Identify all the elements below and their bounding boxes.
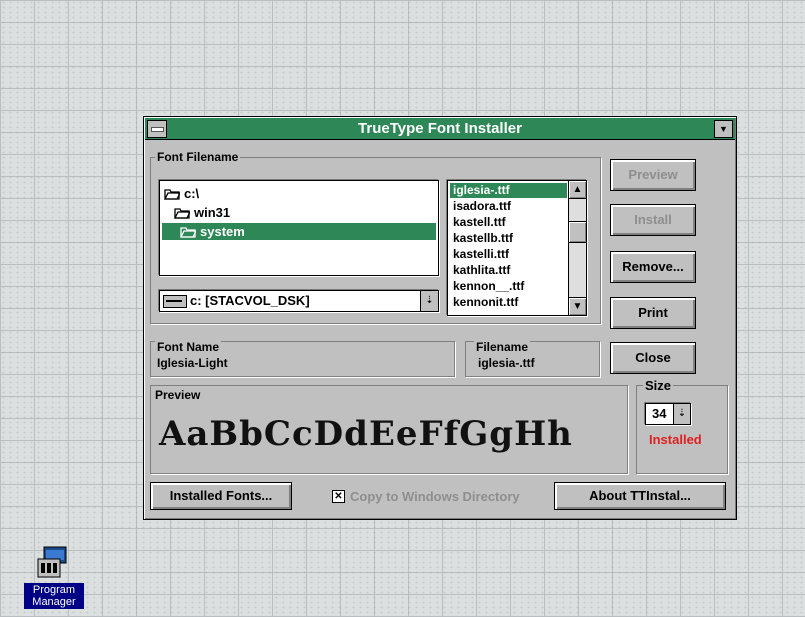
tree-item-root[interactable]: c:\: [163, 186, 200, 201]
file-list-item[interactable]: isadora.ttf: [450, 199, 567, 214]
about-button[interactable]: About TTInstal...: [554, 482, 726, 510]
filename-group: Filename iglesia-.ttf: [465, 340, 600, 377]
open-folder-icon: [179, 226, 198, 238]
install-status: Installed: [649, 432, 702, 447]
scroll-up-arrow-icon[interactable]: ▲: [569, 181, 586, 199]
file-list-item[interactable]: kennon__.ttf: [450, 279, 567, 294]
font-filename-label: Font Filename: [155, 150, 241, 164]
close-button[interactable]: Close: [610, 342, 696, 374]
install-button[interactable]: Install: [610, 204, 696, 236]
size-value: 34: [652, 406, 667, 421]
window-title: TrueType Font Installer: [358, 120, 522, 137]
size-label: Size: [643, 378, 674, 393]
preview-sample: AaBbCcDdEeFfGgHh: [159, 414, 573, 454]
drive-dropdown-arrow-icon[interactable]: ⇣: [420, 291, 438, 311]
remove-button[interactable]: Remove...: [610, 251, 696, 283]
scroll-down-arrow-icon[interactable]: ▼: [569, 297, 586, 315]
system-menu-icon[interactable]: [147, 120, 167, 138]
copy-to-windows-option[interactable]: ✕ Copy to Windows Directory: [332, 489, 552, 505]
drive-select[interactable]: c: [STACVOL_DSK] ⇣: [159, 290, 439, 312]
font-name-value: Iglesia-Light: [157, 356, 228, 370]
file-list[interactable]: iglesia-.ttf isadora.ttf kastell.ttf kas…: [447, 180, 587, 316]
filename-value: iglesia-.ttf: [478, 356, 535, 370]
open-folder-icon: [173, 207, 192, 219]
title-bar[interactable]: TrueType Font Installer ▼: [145, 118, 735, 140]
font-name-group: Font Name Iglesia-Light: [150, 340, 455, 377]
tree-item-win31[interactable]: win31: [173, 205, 231, 220]
file-list-item[interactable]: iglesia-.ttf: [450, 183, 567, 198]
preview-group: Preview AaBbCcDdEeFfGgHh: [150, 385, 628, 474]
tree-item-system[interactable]: system: [162, 223, 436, 240]
size-group: Size 34 ⇣ Installed: [636, 378, 728, 474]
filename-label: Filename: [474, 340, 531, 354]
drive-value: c: [STACVOL_DSK]: [190, 293, 310, 308]
tree-item-label: system: [200, 224, 245, 239]
copy-checkbox[interactable]: ✕: [332, 490, 345, 503]
open-folder-icon: [163, 188, 182, 200]
tree-item-label: win31: [194, 205, 231, 220]
size-dropdown-arrow-icon[interactable]: ⇣: [673, 404, 690, 424]
program-manager-label[interactable]: Program Manager: [24, 583, 84, 609]
print-button[interactable]: Print: [610, 297, 696, 329]
size-select[interactable]: 34 ⇣: [645, 403, 691, 425]
file-list-item[interactable]: kastellb.ttf: [450, 231, 567, 246]
tree-item-label: c:\: [184, 186, 200, 201]
font-filename-group: Font Filename c:\ win31 system c: [STACV…: [150, 150, 601, 324]
truetype-font-installer-window: TrueType Font Installer ▼ Font Filename …: [143, 116, 737, 520]
preview-label: Preview: [155, 388, 201, 402]
program-manager-icon[interactable]: [36, 545, 76, 581]
scroll-thumb[interactable]: [569, 221, 586, 243]
preview-button[interactable]: Preview: [610, 159, 696, 191]
font-name-label: Font Name: [155, 340, 222, 354]
installed-fonts-button[interactable]: Installed Fonts...: [150, 482, 292, 510]
file-list-scrollbar[interactable]: ▲ ▼: [568, 181, 586, 315]
file-list-item[interactable]: kathlita.ttf: [450, 263, 567, 278]
file-list-item[interactable]: kennonit.ttf: [450, 295, 567, 310]
directory-tree[interactable]: c:\ win31 system: [159, 180, 439, 276]
drive-icon: [163, 295, 187, 308]
minimize-button[interactable]: ▼: [714, 120, 733, 138]
copy-checkbox-label: Copy to Windows Directory: [350, 489, 520, 504]
file-list-item[interactable]: kastelli.ttf: [450, 247, 567, 262]
file-list-item[interactable]: kastell.ttf: [450, 215, 567, 230]
